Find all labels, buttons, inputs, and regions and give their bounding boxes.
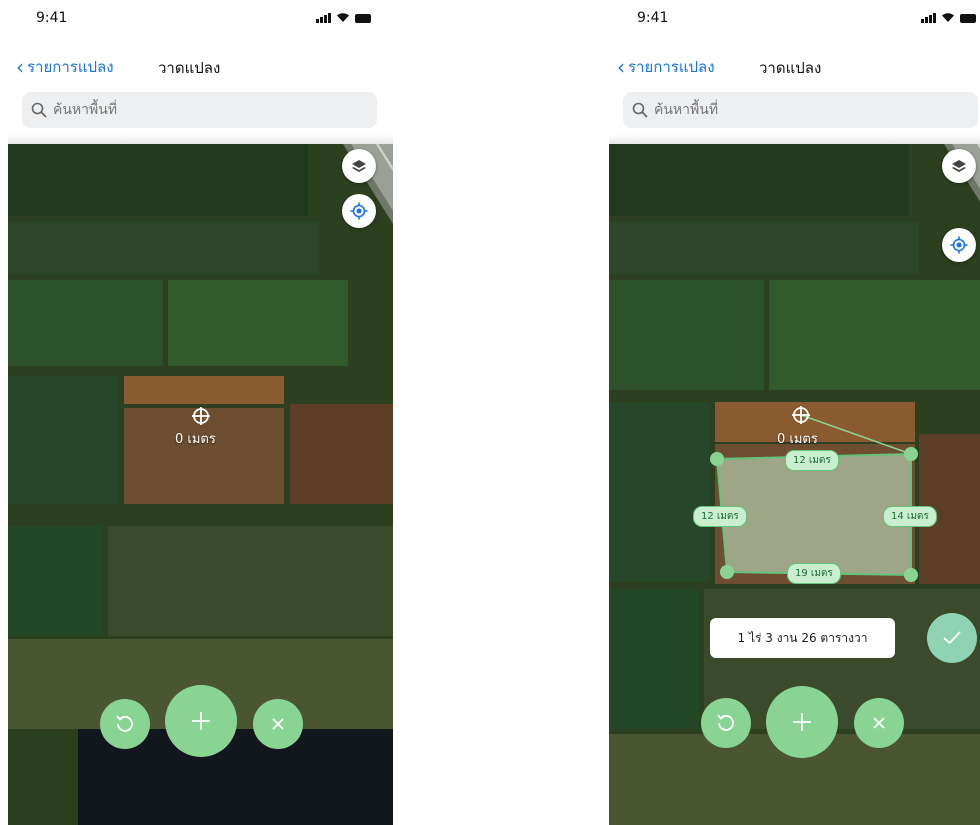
edge-length-top: 12 เมตร — [785, 450, 839, 471]
undo-button[interactable] — [701, 698, 751, 748]
search-placeholder: ค้นหาพื้นที่ — [654, 102, 719, 118]
wifi-icon — [337, 13, 349, 22]
phone-screen-draw-start: 9:41 ‹ รายการแปลง วาดแปลง ค้นหาพื้นที่ 0… — [8, 0, 393, 825]
status-time: 9:41 — [637, 10, 669, 26]
area-summary: 1 ไร่ 3 งาน 26 ตารางวา — [710, 618, 895, 658]
nav-bar: ‹ รายการแปลง วาดแปลง — [8, 50, 393, 82]
battery-icon — [355, 14, 371, 23]
map-field — [8, 280, 163, 366]
map-field — [108, 526, 393, 636]
header-divider — [8, 134, 393, 144]
search-icon — [632, 102, 648, 118]
search-icon — [31, 102, 47, 118]
search-input[interactable]: ค้นหาพื้นที่ — [623, 92, 978, 128]
my-location-icon — [350, 202, 368, 220]
cellular-signal-icon — [921, 13, 936, 23]
my-location-button[interactable] — [342, 194, 376, 228]
wifi-icon — [942, 13, 954, 22]
check-icon — [943, 631, 961, 645]
chevron-left-icon: ‹ — [16, 55, 24, 79]
search-input[interactable]: ค้นหาพื้นที่ — [22, 92, 377, 128]
confirm-button[interactable] — [927, 613, 977, 663]
plus-icon — [793, 713, 811, 731]
polygon-vertex[interactable] — [710, 452, 724, 466]
search-placeholder: ค้นหาพื้นที่ — [53, 102, 118, 118]
map-field — [8, 376, 118, 504]
edge-length-bottom: 19 เมตร — [787, 563, 841, 584]
map-field — [8, 222, 318, 274]
satellite-map[interactable]: 0 เมตร 12 เมตร 12 เมตร 14 เมตร 19 เมตร 1… — [609, 144, 980, 825]
page-title: วาดแปลง — [759, 59, 822, 77]
map-field — [124, 376, 284, 404]
edge-length-right: 14 เมตร — [883, 506, 937, 527]
layers-icon — [352, 160, 366, 172]
battery-icon — [960, 14, 976, 23]
status-icons — [316, 12, 371, 23]
undo-icon — [717, 714, 734, 731]
undo-button[interactable] — [100, 699, 150, 749]
edge-length-left: 12 เมตร — [693, 506, 747, 527]
current-distance-label: 0 เมตร — [175, 432, 216, 447]
status-time: 9:41 — [36, 10, 68, 26]
back-button[interactable]: ‹ รายการแปลง — [617, 55, 715, 79]
cancel-button[interactable] — [854, 698, 904, 748]
map-field — [290, 404, 393, 504]
cellular-signal-icon — [316, 13, 331, 23]
layers-button[interactable] — [342, 149, 376, 183]
status-bar: 9:41 — [8, 0, 393, 40]
polygon-vertex[interactable] — [904, 568, 918, 582]
back-button[interactable]: ‹ รายการแปลง — [16, 55, 114, 79]
polygon-vertex[interactable] — [904, 447, 918, 461]
map-field — [8, 144, 308, 216]
close-icon — [873, 717, 885, 729]
polygon-vertex[interactable] — [720, 565, 734, 579]
map-field — [168, 280, 348, 366]
undo-icon — [116, 715, 133, 732]
header-divider — [609, 134, 980, 144]
chevron-left-icon: ‹ — [617, 55, 625, 79]
phone-screen-polygon-drawn: 9:41 ‹ รายการแปลง วาดแปลง ค้นหาพื้นที่ 0… — [609, 0, 980, 825]
cancel-button[interactable] — [253, 699, 303, 749]
status-bar: 9:41 — [609, 0, 980, 40]
plus-icon — [192, 712, 210, 730]
status-icons — [921, 12, 976, 23]
map-highway — [318, 144, 393, 410]
page-title: วาดแปลง — [158, 59, 221, 77]
crosshair-icon — [192, 407, 210, 425]
back-label: รายการแปลง — [628, 58, 715, 76]
add-point-button[interactable] — [165, 685, 237, 757]
add-point-button[interactable] — [766, 686, 838, 758]
current-distance-label: 0 เมตร — [777, 432, 818, 447]
nav-bar: ‹ รายการแปลง วาดแปลง — [609, 50, 980, 82]
close-icon — [272, 718, 284, 730]
crosshair-icon — [792, 406, 810, 424]
satellite-map[interactable]: 0 เมตร — [8, 144, 393, 825]
back-label: รายการแปลง — [27, 58, 114, 76]
map-field — [8, 526, 103, 636]
